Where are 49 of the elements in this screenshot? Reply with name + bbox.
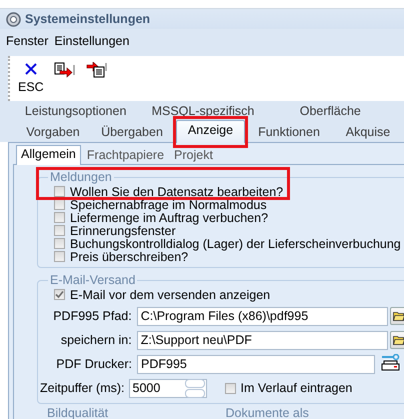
checkbox-label: Wollen Sie den Datensatz bearbeiten? bbox=[70, 184, 284, 198]
tab[interactable]: MSSQL-spezifisch bbox=[139, 102, 267, 120]
close-icon bbox=[24, 62, 38, 76]
field-label: PDF Drucker: bbox=[55, 357, 133, 371]
tab[interactable]: Allgemein bbox=[16, 145, 81, 165]
folder-button[interactable] bbox=[390, 331, 404, 349]
checkbox-label: Buchungskontrolldialog (Lager) der Lieferscheinverbuchung bbox=[70, 236, 401, 250]
group-title: Meldungen bbox=[48, 170, 114, 184]
checkbox[interactable] bbox=[54, 289, 65, 300]
checkbox[interactable] bbox=[54, 225, 65, 236]
menu-item[interactable]: Fenster bbox=[6, 34, 48, 51]
field-label: speichern in: bbox=[60, 333, 133, 347]
arrow-document-icon bbox=[86, 62, 108, 78]
checkbox-label: Erinnerungsfenster bbox=[70, 224, 176, 238]
field-label: Zeitpuffer (ms): bbox=[40, 381, 126, 395]
document-arrow-icon bbox=[54, 62, 76, 78]
checkbox-label: Im Verlauf eintragen bbox=[240, 381, 352, 395]
group-title: Dokumente als bbox=[226, 406, 310, 419]
tab[interactable]: Frachtpapiere bbox=[82, 147, 168, 164]
menu-item[interactable]: Einstellungen bbox=[54, 34, 130, 51]
checkbox-label: Preis überschreiben? bbox=[70, 250, 188, 264]
checkbox-label: E-Mail vor dem versenden anzeigen bbox=[70, 288, 270, 302]
checkbox-label: Liefermenge im Auftrag verbuchen? bbox=[70, 210, 268, 224]
tab[interactable]: Anzeige bbox=[176, 120, 245, 143]
window-title: Systemeinstellungen bbox=[25, 12, 150, 26]
tab[interactable]: Übergaben bbox=[88, 123, 176, 142]
group-title: E-Mail-Versand bbox=[48, 273, 138, 287]
tab[interactable]: Leistungsoptionen bbox=[12, 102, 140, 120]
tab[interactable]: Oberfläche bbox=[266, 102, 394, 120]
checkbox[interactable] bbox=[224, 382, 236, 394]
toolbar-button[interactable]: ESC bbox=[18, 62, 44, 98]
tab[interactable]: Vorgaben bbox=[18, 123, 88, 142]
tab[interactable]: Projekt bbox=[170, 147, 217, 164]
app-logo-icon bbox=[6, 12, 21, 26]
printer-icon[interactable] bbox=[381, 354, 400, 372]
input-field[interactable]: Z:\Support neu\PDF bbox=[136, 330, 388, 350]
field-label: PDF995 Pfad: bbox=[52, 309, 133, 323]
number-field[interactable]: 5000 bbox=[128, 378, 207, 398]
checkbox[interactable] bbox=[54, 199, 65, 210]
checkbox-label: Speichernabfrage im Normalmodus bbox=[70, 198, 267, 212]
tab[interactable]: Funktionen bbox=[245, 123, 333, 142]
folder-button[interactable] bbox=[390, 307, 404, 325]
checkbox[interactable] bbox=[54, 238, 65, 249]
checkbox[interactable] bbox=[54, 212, 65, 223]
input-field[interactable]: C:\Program Files (x86)\pdf995 bbox=[136, 306, 388, 326]
tab[interactable]: Akquise bbox=[333, 123, 403, 142]
checkbox[interactable] bbox=[54, 186, 65, 197]
input-field[interactable]: PDF995 bbox=[137, 354, 375, 374]
checkbox[interactable] bbox=[54, 251, 65, 262]
